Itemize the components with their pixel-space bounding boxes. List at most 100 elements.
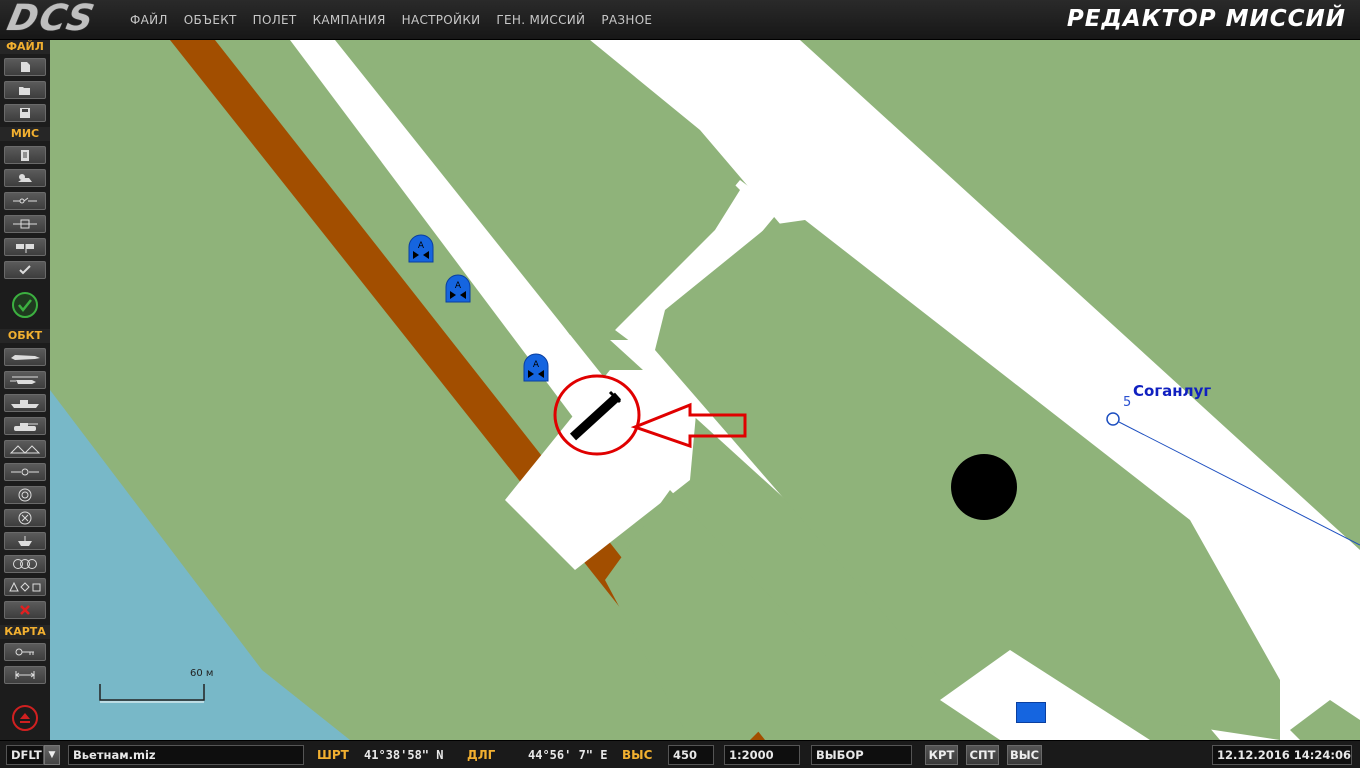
navpoint-button[interactable] [4,463,46,481]
menu-campaign[interactable]: КАМПАНИЯ [305,0,394,40]
scale-label: 60 м [190,668,214,679]
trigger-icon [13,197,37,204]
altitude-value: 450 [668,745,714,765]
open-file-icon [19,87,30,95]
status-bar: DFLT ▼ Вьетнам.miz ШРТ 41°38'58" N ДЛГ 4… [0,740,1360,768]
measure-icon [15,671,35,679]
ground-vehicle-icon [14,423,38,431]
template-button[interactable] [4,555,46,573]
trigger-button[interactable] [4,192,46,210]
static-object-icon [9,445,41,454]
ground-vehicle-button[interactable] [4,417,46,435]
aircraft-button[interactable] [4,348,46,366]
template-icon [13,559,37,569]
initial-point-icon [18,511,32,525]
static-object-marker[interactable] [1016,702,1046,723]
aircraft-icon [11,355,40,360]
briefing-button[interactable] [4,146,46,164]
navpoint-icon [11,468,39,476]
waypoint-name[interactable]: Соганлуг [1133,382,1211,400]
weather-button[interactable] [4,169,46,187]
map-scale-field[interactable]: 1:2000 [724,745,800,765]
altitude-label: ВЫС [622,748,653,762]
weather-icon [18,174,32,182]
goals-button[interactable] [4,238,46,256]
new-file-button[interactable] [4,58,46,76]
satellite-mode-button[interactable]: СПТ [966,745,999,765]
section-map: КАРТА [0,625,50,639]
chevron-down-icon[interactable]: ▼ [44,745,60,765]
ruler-button[interactable] [4,643,46,661]
unit-a[interactable]: A [407,233,435,263]
filename-field[interactable]: Вьетнам.miz [68,745,304,765]
unit-b[interactable]: A [444,273,472,303]
helicopter-button[interactable] [4,371,46,389]
svg-text:A: A [418,241,425,251]
app-title: РЕДАКТОР МИССИЙ [1066,6,1346,32]
ruler-icon [15,648,34,656]
menu-mission-generator[interactable]: ГЕН. МИССИЙ [488,0,593,40]
save-file-icon [20,108,30,118]
check-icon [19,265,31,275]
check-mission-button[interactable] [4,261,46,279]
section-file: ФАЙЛ [0,40,50,54]
menu-object[interactable]: ОБЪЕКТ [176,0,245,40]
eject-icon [12,705,38,731]
latitude-value: 41°38'58" N [364,748,444,762]
storage-tank [951,454,1017,520]
helicopter-icon [10,376,38,384]
unit-marker-icon: A [408,234,434,263]
waypoint-number: 5 [1123,395,1132,410]
static-object-button[interactable] [4,440,46,458]
menu-settings[interactable]: НАСТРОЙКИ [394,0,489,40]
menu-flight[interactable]: ПОЛЕТ [245,0,305,40]
main-menu: ФАЙЛ ОБЪЕКТ ПОЛЕТ КАМПАНИЯ НАСТРОЙКИ ГЕН… [122,0,660,40]
save-file-button[interactable] [4,104,46,122]
map-view[interactable]: A A A Соганлуг 5 60 м [50,40,1360,740]
svg-text:A: A [455,281,462,291]
open-file-button[interactable] [4,81,46,99]
measure-button[interactable] [4,666,46,684]
zone-button[interactable] [4,215,46,233]
section-mission: МИС [0,127,50,141]
map-mode-button[interactable]: КРТ [925,745,958,765]
top-menu-bar: DCS ФАЙЛ ОБЪЕКТ ПОЛЕТ КАМПАНИЯ НАСТРОЙКИ… [0,0,1360,40]
left-toolbar: ФАЙЛ МИС ОБКТ КАРТА [0,40,50,740]
ship-button[interactable] [4,394,46,412]
datetime-field: 12.12.2016 14:24:06 [1212,745,1352,765]
eject-button[interactable] [11,704,39,732]
ship-icon [11,400,39,408]
longitude-label: ДЛГ [467,748,496,762]
initial-point-button[interactable] [4,509,46,527]
zone-icon [13,219,37,229]
validate-icon [12,292,38,318]
validate-mission-button[interactable] [11,291,39,319]
target-zone-icon [18,488,32,502]
goals-icon [16,244,34,253]
shapes-icon [9,581,41,592]
unit-marker-icon: A [523,353,549,382]
shapes-button[interactable] [4,578,46,596]
menu-file[interactable]: ФАЙЛ [122,0,176,40]
menu-misc[interactable]: РАЗНОЕ [593,0,660,40]
mission-editor-window: DCS ФАЙЛ ОБЪЕКТ ПОЛЕТ КАМПАНИЯ НАСТРОЙКИ… [0,0,1360,768]
longitude-value: 44°56' 7" E [528,748,608,762]
unit-marker-icon: A [445,274,471,303]
airdrome-button[interactable] [4,532,46,550]
airdrome-icon [18,536,32,546]
latitude-label: ШРТ [317,748,349,762]
dcs-logo: DCS [3,0,100,39]
target-zone-button[interactable] [4,486,46,504]
mode-field: ВЫБОР [811,745,912,765]
briefing-icon [21,149,29,161]
grass-island-3 [605,490,830,740]
coalition-select[interactable]: DFLT [6,745,44,765]
unit-c[interactable]: A [522,352,550,382]
new-file-icon [21,62,30,72]
delete-button[interactable] [4,601,46,619]
water-area [50,390,350,740]
delete-icon [20,605,30,615]
section-objects: ОБКТ [0,329,50,343]
svg-text:A: A [533,360,540,370]
altitude-mode-button[interactable]: ВЫС [1007,745,1042,765]
